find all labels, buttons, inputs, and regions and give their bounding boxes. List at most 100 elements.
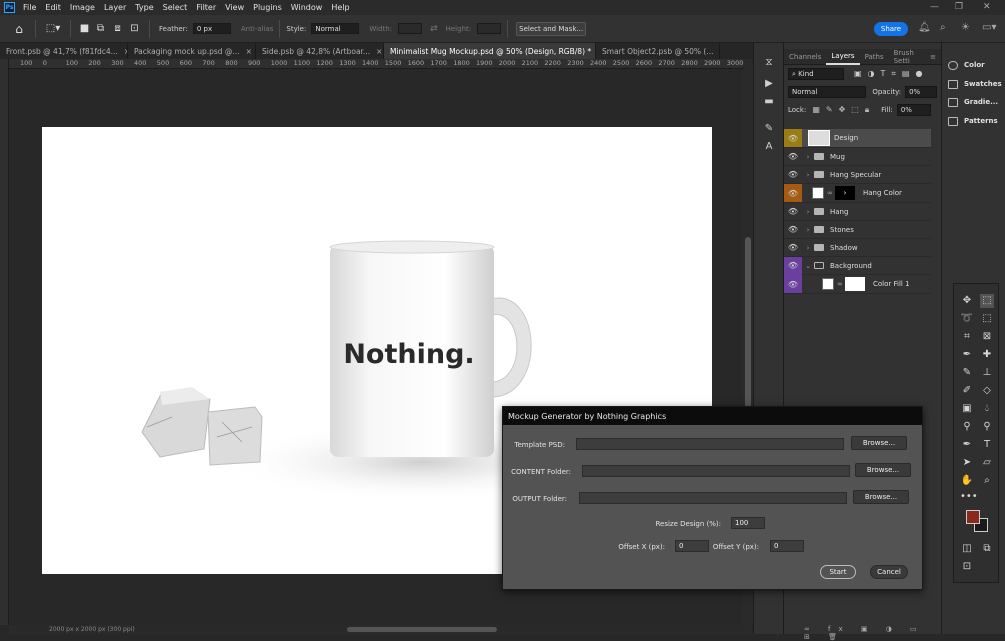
- select-and-mask-button[interactable]: Select and Mask...: [516, 21, 587, 36]
- shape-tool-icon[interactable]: ▱: [980, 456, 994, 470]
- object-select-icon[interactable]: ⬚: [980, 312, 994, 326]
- offset-y-input[interactable]: 0: [770, 540, 804, 552]
- intersect-selection-icon[interactable]: ⊡: [126, 21, 143, 37]
- cancel-button[interactable]: Cancel: [870, 565, 908, 579]
- anti-alias-checkbox[interactable]: Anti-alias: [241, 25, 274, 33]
- browse-content-button[interactable]: Browse...: [855, 463, 911, 477]
- layer-hang-specular[interactable]: 👁︎ › Hang Specular: [784, 166, 931, 184]
- width-input[interactable]: [398, 23, 423, 34]
- hand-tool-icon[interactable]: ✋: [960, 474, 974, 488]
- tab-channels[interactable]: Channels: [784, 49, 826, 65]
- close-tab-icon[interactable]: ×: [246, 47, 252, 56]
- tab-paths[interactable]: Paths: [860, 49, 889, 65]
- layer-stones[interactable]: 👁︎ › Stones: [784, 221, 931, 239]
- menu-plugins[interactable]: Plugins: [253, 3, 282, 12]
- home-icon[interactable]: ⌂: [9, 21, 29, 37]
- layer-color-fill[interactable]: 👁︎ ∞ Color Fill 1: [784, 275, 931, 294]
- new-selection-icon[interactable]: ■: [77, 21, 92, 37]
- swatches-panel-button[interactable]: Swatches: [948, 77, 1002, 91]
- menu-image[interactable]: Image: [70, 3, 95, 12]
- more-tools-icon[interactable]: •••: [960, 490, 978, 504]
- menu-help[interactable]: Help: [331, 3, 349, 12]
- gradients-panel-button[interactable]: Gradie...: [948, 95, 998, 109]
- character-icon[interactable]: A: [763, 141, 775, 153]
- tab-minimalist-mug[interactable]: Minimalist Mug Mockup.psd @ 50% (Design,…: [384, 43, 596, 59]
- menu-view[interactable]: View: [225, 3, 244, 12]
- layer-design[interactable]: 👁︎ Design: [784, 129, 931, 148]
- visibility-icon[interactable]: 👁︎: [784, 256, 802, 275]
- eraser-icon[interactable]: ◇: [980, 384, 994, 398]
- minimize-icon[interactable]: —: [930, 2, 939, 12]
- layer-shadow[interactable]: 👁︎ › Shadow: [784, 239, 931, 257]
- browse-template-button[interactable]: Browse...: [851, 436, 907, 450]
- kind-select[interactable]: ⌕ Kind: [788, 68, 844, 80]
- tab-brush-settings[interactable]: Brush Setti: [889, 49, 926, 65]
- tab-front[interactable]: Front.psb @ 41,7% (f81fdc4...×: [0, 43, 128, 59]
- visibility-icon[interactable]: 👁︎: [784, 129, 802, 147]
- type-tool-icon[interactable]: T: [980, 438, 994, 452]
- subtract-selection-icon[interactable]: ⧈: [109, 21, 126, 37]
- restore-icon[interactable]: ❐: [955, 2, 963, 12]
- feather-input[interactable]: 0 px: [192, 23, 231, 34]
- gradient-tool-icon[interactable]: ▣: [960, 402, 974, 416]
- foreground-color-swatch[interactable]: [966, 510, 980, 524]
- share-screenshot-icon[interactable]: ⊡: [960, 560, 974, 574]
- offset-x-input[interactable]: 0: [675, 540, 709, 552]
- style-select[interactable]: Normal: [311, 23, 360, 34]
- patterns-panel-button[interactable]: Patterns: [948, 114, 998, 128]
- layer-actions-bar[interactable]: ∞ fx ▣ ◑ ▭ ⊞ 🗑︎: [804, 625, 942, 641]
- marquee-tool-icon[interactable]: ⬚▾: [42, 21, 64, 37]
- brush-settings-icon[interactable]: ✎: [763, 123, 775, 135]
- layer-background[interactable]: 👁︎ ⌄ Background: [784, 256, 931, 275]
- close-tab-icon[interactable]: ×: [719, 47, 720, 56]
- marquee-tool-icon[interactable]: ⬚: [980, 294, 994, 308]
- layer-hang-color[interactable]: 👁︎ ∞ › Hang Color: [784, 184, 931, 203]
- menu-type[interactable]: Type: [135, 3, 153, 12]
- history-icon[interactable]: ⧖: [763, 57, 775, 69]
- blur-tool-icon[interactable]: 💧︎: [980, 402, 994, 416]
- layer-mug[interactable]: 👁︎ › Mug: [784, 148, 931, 166]
- color-panel-button[interactable]: Color: [948, 58, 985, 72]
- menu-select[interactable]: Select: [163, 3, 188, 12]
- visibility-icon[interactable]: 👁︎: [784, 221, 802, 239]
- filter-icons[interactable]: ▣◑T⌗▤●: [854, 69, 928, 79]
- eyedropper-icon[interactable]: ✒: [960, 348, 974, 362]
- tab-smart-object[interactable]: Smart Object2.psb @ 50% (... ×: [596, 43, 720, 59]
- visibility-icon[interactable]: 👁︎: [784, 148, 802, 166]
- chevron-right-icon[interactable]: ›: [802, 171, 814, 179]
- menu-edit[interactable]: Edit: [45, 3, 61, 12]
- chevron-right-icon[interactable]: ›: [802, 244, 814, 252]
- dodge-tool-icon[interactable]: ⚲: [960, 420, 974, 434]
- menu-window[interactable]: Window: [291, 3, 323, 12]
- blend-mode-select[interactable]: Normal: [788, 86, 867, 98]
- chevron-right-icon[interactable]: ›: [802, 208, 814, 216]
- lasso-tool-icon[interactable]: ➰: [960, 312, 974, 326]
- lock-icons[interactable]: ▦✎✥⬚🔒︎: [812, 105, 875, 115]
- start-button[interactable]: Start: [820, 565, 856, 579]
- browse-output-button[interactable]: Browse...: [853, 490, 909, 504]
- scroll-thumb[interactable]: [347, 627, 497, 632]
- frame-tool-icon[interactable]: ⊠: [980, 330, 994, 344]
- fill-input[interactable]: 0%: [896, 104, 931, 116]
- tab-side[interactable]: Side.psb @ 42,8% (Artboar... ×: [256, 43, 384, 59]
- actions-play-icon[interactable]: ▶: [763, 78, 775, 90]
- search-icon[interactable]: ⌕: [940, 22, 946, 33]
- visibility-icon[interactable]: 👁︎: [784, 166, 802, 184]
- chevron-down-icon[interactable]: ⌄: [802, 262, 814, 270]
- panel-menu-icon[interactable]: ≡: [925, 49, 941, 65]
- height-input[interactable]: [477, 23, 502, 34]
- visibility-icon[interactable]: 👁︎: [784, 275, 802, 293]
- visibility-icon[interactable]: 👁︎: [784, 203, 802, 221]
- screen-mode-icon[interactable]: ⧉: [980, 542, 994, 556]
- quick-mask-icon[interactable]: ◫: [960, 542, 974, 556]
- path-select-icon[interactable]: ➤: [960, 456, 974, 470]
- visibility-icon[interactable]: 👁︎: [784, 184, 802, 202]
- workspace-icon[interactable]: ▭▾: [982, 22, 996, 33]
- horizontal-scrollbar[interactable]: 2000 px x 2000 px (300 ppi): [9, 625, 752, 634]
- swap-icon[interactable]: ⇄: [430, 24, 438, 34]
- chevron-right-icon[interactable]: ›: [802, 153, 814, 161]
- template-psd-input[interactable]: [576, 438, 844, 450]
- menu-filter[interactable]: Filter: [196, 3, 216, 12]
- spot-healing-icon[interactable]: ✚: [980, 348, 994, 362]
- chevron-right-icon[interactable]: ›: [802, 226, 814, 234]
